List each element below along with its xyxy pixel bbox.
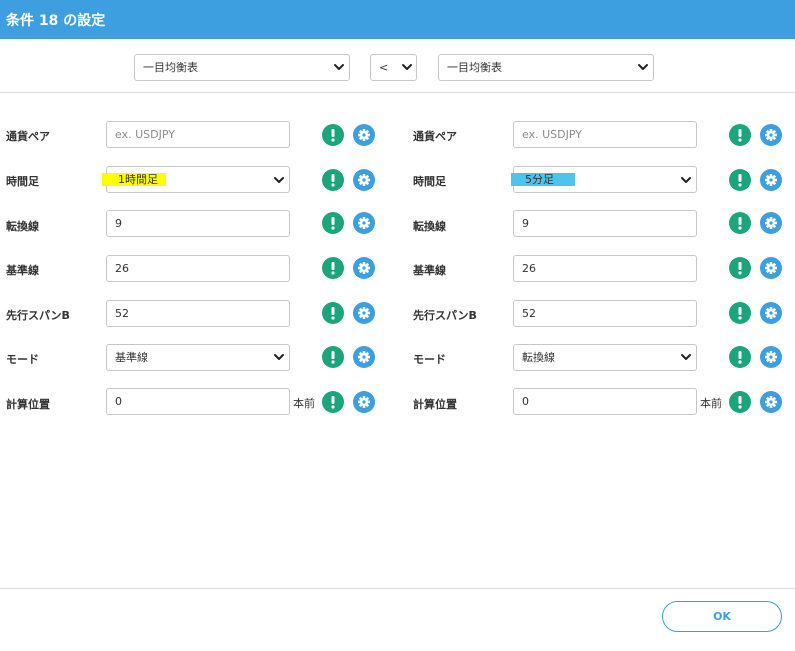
gear-icon[interactable] [760, 302, 782, 324]
exclamation-icon[interactable] [322, 169, 344, 191]
dialog-header: 条件 18 の設定 [0, 0, 795, 39]
gear-icon[interactable] [760, 169, 782, 191]
left-mode-label: モード [6, 353, 39, 366]
right-position-unit: 本前 [700, 397, 722, 410]
operator-select[interactable]: < [370, 54, 417, 81]
right-span-input[interactable] [513, 300, 697, 327]
exclamation-icon[interactable] [729, 124, 751, 146]
left-pair-input[interactable] [106, 121, 290, 148]
exclamation-icon[interactable] [322, 124, 344, 146]
exclamation-icon[interactable] [729, 391, 751, 413]
exclamation-icon[interactable] [322, 302, 344, 324]
gear-icon[interactable] [760, 124, 782, 146]
right-pair-label: 通貨ペア [413, 130, 457, 143]
left-conversion-input[interactable] [106, 210, 290, 237]
gear-icon[interactable] [353, 212, 375, 234]
exclamation-icon[interactable] [729, 346, 751, 368]
gear-icon[interactable] [760, 391, 782, 413]
exclamation-icon[interactable] [729, 169, 751, 191]
gear-icon[interactable] [353, 302, 375, 324]
gear-icon[interactable] [760, 212, 782, 234]
right-pair-input[interactable] [513, 121, 697, 148]
left-pair-label: 通貨ペア [6, 130, 50, 143]
exclamation-icon[interactable] [322, 391, 344, 413]
gear-icon[interactable] [353, 257, 375, 279]
right-position-input[interactable] [513, 388, 697, 415]
gear-icon[interactable] [353, 169, 375, 191]
right-mode-label: モード [413, 353, 446, 366]
left-timeframe-select[interactable]: 1時間足 [106, 166, 290, 193]
right-conversion-label: 転換線 [413, 220, 446, 233]
divider [0, 92, 795, 93]
right-base-label: 基準線 [413, 264, 446, 277]
left-span-label: 先行スパンB [6, 309, 70, 322]
right-timeframe-label: 時間足 [413, 175, 446, 188]
exclamation-icon[interactable] [729, 302, 751, 324]
left-position-unit: 本前 [293, 397, 315, 410]
ok-button[interactable]: OK [662, 601, 782, 632]
gear-icon[interactable] [760, 257, 782, 279]
dialog-title: 条件 18 の設定 [6, 13, 106, 29]
left-position-input[interactable] [106, 388, 290, 415]
left-conversion-label: 転換線 [6, 220, 39, 233]
exclamation-icon[interactable] [729, 212, 751, 234]
exclamation-icon[interactable] [322, 257, 344, 279]
exclamation-icon[interactable] [729, 257, 751, 279]
left-span-input[interactable] [106, 300, 290, 327]
right-base-input[interactable] [513, 255, 697, 282]
right-span-label: 先行スパンB [413, 309, 477, 322]
right-position-label: 計算位置 [413, 398, 457, 411]
left-timeframe-label: 時間足 [6, 175, 39, 188]
exclamation-icon[interactable] [322, 346, 344, 368]
left-indicator-select[interactable]: 一目均衡表 [134, 54, 350, 81]
left-position-label: 計算位置 [6, 398, 50, 411]
right-mode-select[interactable]: 転換線 [513, 344, 697, 371]
left-base-label: 基準線 [6, 264, 39, 277]
exclamation-icon[interactable] [322, 212, 344, 234]
gear-icon[interactable] [353, 124, 375, 146]
gear-icon[interactable] [353, 391, 375, 413]
gear-icon[interactable] [760, 346, 782, 368]
right-conversion-input[interactable] [513, 210, 697, 237]
left-base-input[interactable] [106, 255, 290, 282]
left-mode-select[interactable]: 基準線 [106, 344, 290, 371]
right-timeframe-select[interactable]: 5分足 [513, 166, 697, 193]
divider [0, 588, 795, 589]
gear-icon[interactable] [353, 346, 375, 368]
right-indicator-select[interactable]: 一目均衡表 [438, 54, 654, 81]
